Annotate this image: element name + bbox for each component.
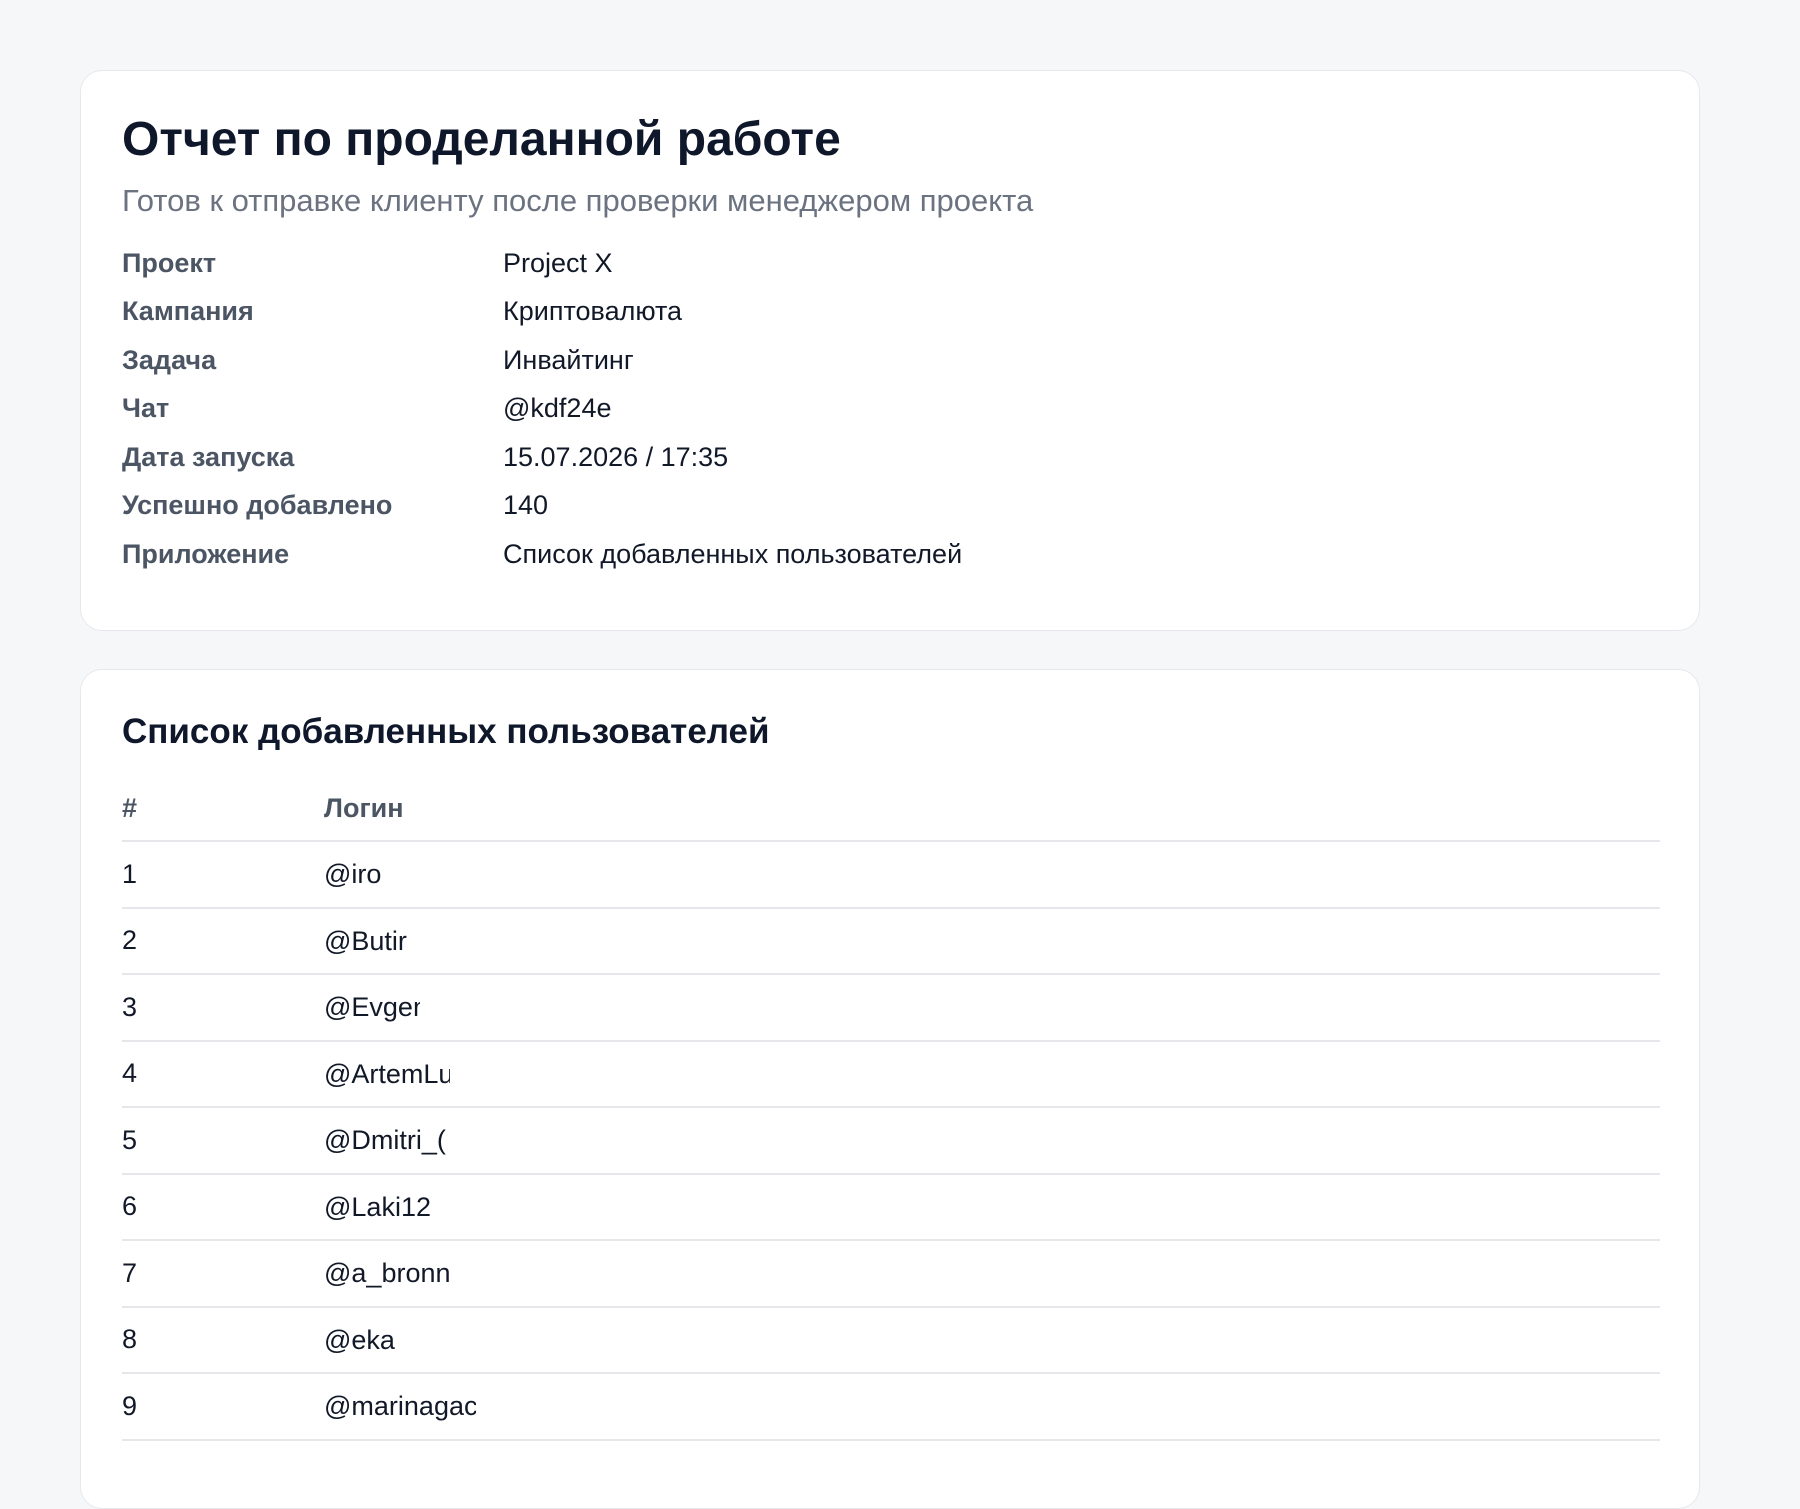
info-row-added-count: Успешно добавлено 140 [122,482,1658,531]
info-row-attachment: Приложение Список добавленных пользовате… [122,530,1658,579]
info-row-campaign: Кампания Криптовалюта [122,288,1658,337]
table-row: 4 @ArtemLu [122,1040,1660,1108]
row-login-cell: @Evgen [324,974,1660,1042]
row-number: 3 [122,974,324,1042]
info-label: Задача [122,344,217,375]
row-login-cell: @iro [324,841,1660,909]
row-login-cell: @Butir [324,907,1660,975]
row-login-cell: @eka [324,1306,1660,1374]
info-value: @kdf24e [503,393,612,424]
row-number: 8 [122,1306,324,1374]
users-list-title: Список добавленных пользователей [122,712,770,751]
users-list-card: Список добавленных пользователей # Логин… [80,669,1700,1509]
info-value: Криптовалюта [503,296,683,327]
row-login-cell: @marinagac [324,1373,1660,1441]
row-number: 9 [122,1373,324,1441]
table-row: 1 @iro [122,841,1660,909]
report-summary-card: Отчет по проделанной работе Готов к отпр… [80,70,1700,631]
info-value: Список добавленных пользователей [503,538,963,569]
table-row: 7 @a_bronn [122,1240,1660,1308]
info-row-task: Задача Инвайтинг [122,336,1658,385]
row-login: @eka [324,1324,395,1355]
info-label: Приложение [122,538,290,569]
row-number: 6 [122,1173,324,1241]
info-label: Дата запуска [122,441,295,472]
row-login: @marinagac [324,1391,476,1422]
info-value: Project X [503,247,613,278]
row-login-cell: @Dmitri_( [324,1107,1660,1175]
info-row-launch-date: Дата запуска 15.07.2026 / 17:35 [122,433,1658,482]
row-login: @ArtemLu [324,1058,450,1089]
row-login: @iro [324,859,382,890]
report-subtitle: Готов к отправке клиенту после проверки … [122,183,1034,218]
info-value: Инвайтинг [503,344,634,375]
info-value: 140 [503,490,549,521]
info-row-chat: Чат @kdf24e [122,385,1658,434]
table-row: 6 @Laki12 [122,1173,1660,1241]
info-label: Успешно добавлено [122,490,393,521]
info-value: 15.07.2026 / 17:35 [503,441,729,472]
info-label: Чат [122,393,170,424]
users-table: # Логин 1 @iro 2 @Butir 3 @Evgen 4 @Arte… [122,776,1660,1441]
row-number: 1 [122,841,324,909]
table-row: 8 @eka [122,1306,1660,1374]
row-login-cell: @a_bronn [324,1240,1660,1308]
column-header-login: Логин [324,776,1660,842]
row-login: @Dmitri_( [324,1125,446,1156]
table-row: 9 @marinagac [122,1373,1660,1441]
row-login-cell: @ArtemLu [324,1040,1660,1108]
row-number: 4 [122,1040,324,1108]
table-row: 2 @Butir [122,907,1660,975]
table-row: 3 @Evgen [122,974,1660,1042]
row-login: @Butir [324,925,407,956]
row-number: 5 [122,1107,324,1175]
report-title: Отчет по проделанной работе [122,113,841,166]
row-login: @Evgen [324,992,420,1023]
table-row: 5 @Dmitri_( [122,1107,1660,1175]
table-header-row: # Логин [122,776,1660,842]
row-number: 2 [122,907,324,975]
info-label: Кампания [122,296,254,327]
row-login: @Laki12 [324,1191,431,1222]
row-login-cell: @Laki12 [324,1173,1660,1241]
info-label: Проект [122,247,217,278]
row-number: 7 [122,1240,324,1308]
column-header-number: # [122,776,324,842]
row-login: @a_bronn [324,1258,450,1289]
report-info-list: Проект Project X Кампания Криптовалюта З… [122,239,1658,579]
info-row-project: Проект Project X [122,239,1658,288]
